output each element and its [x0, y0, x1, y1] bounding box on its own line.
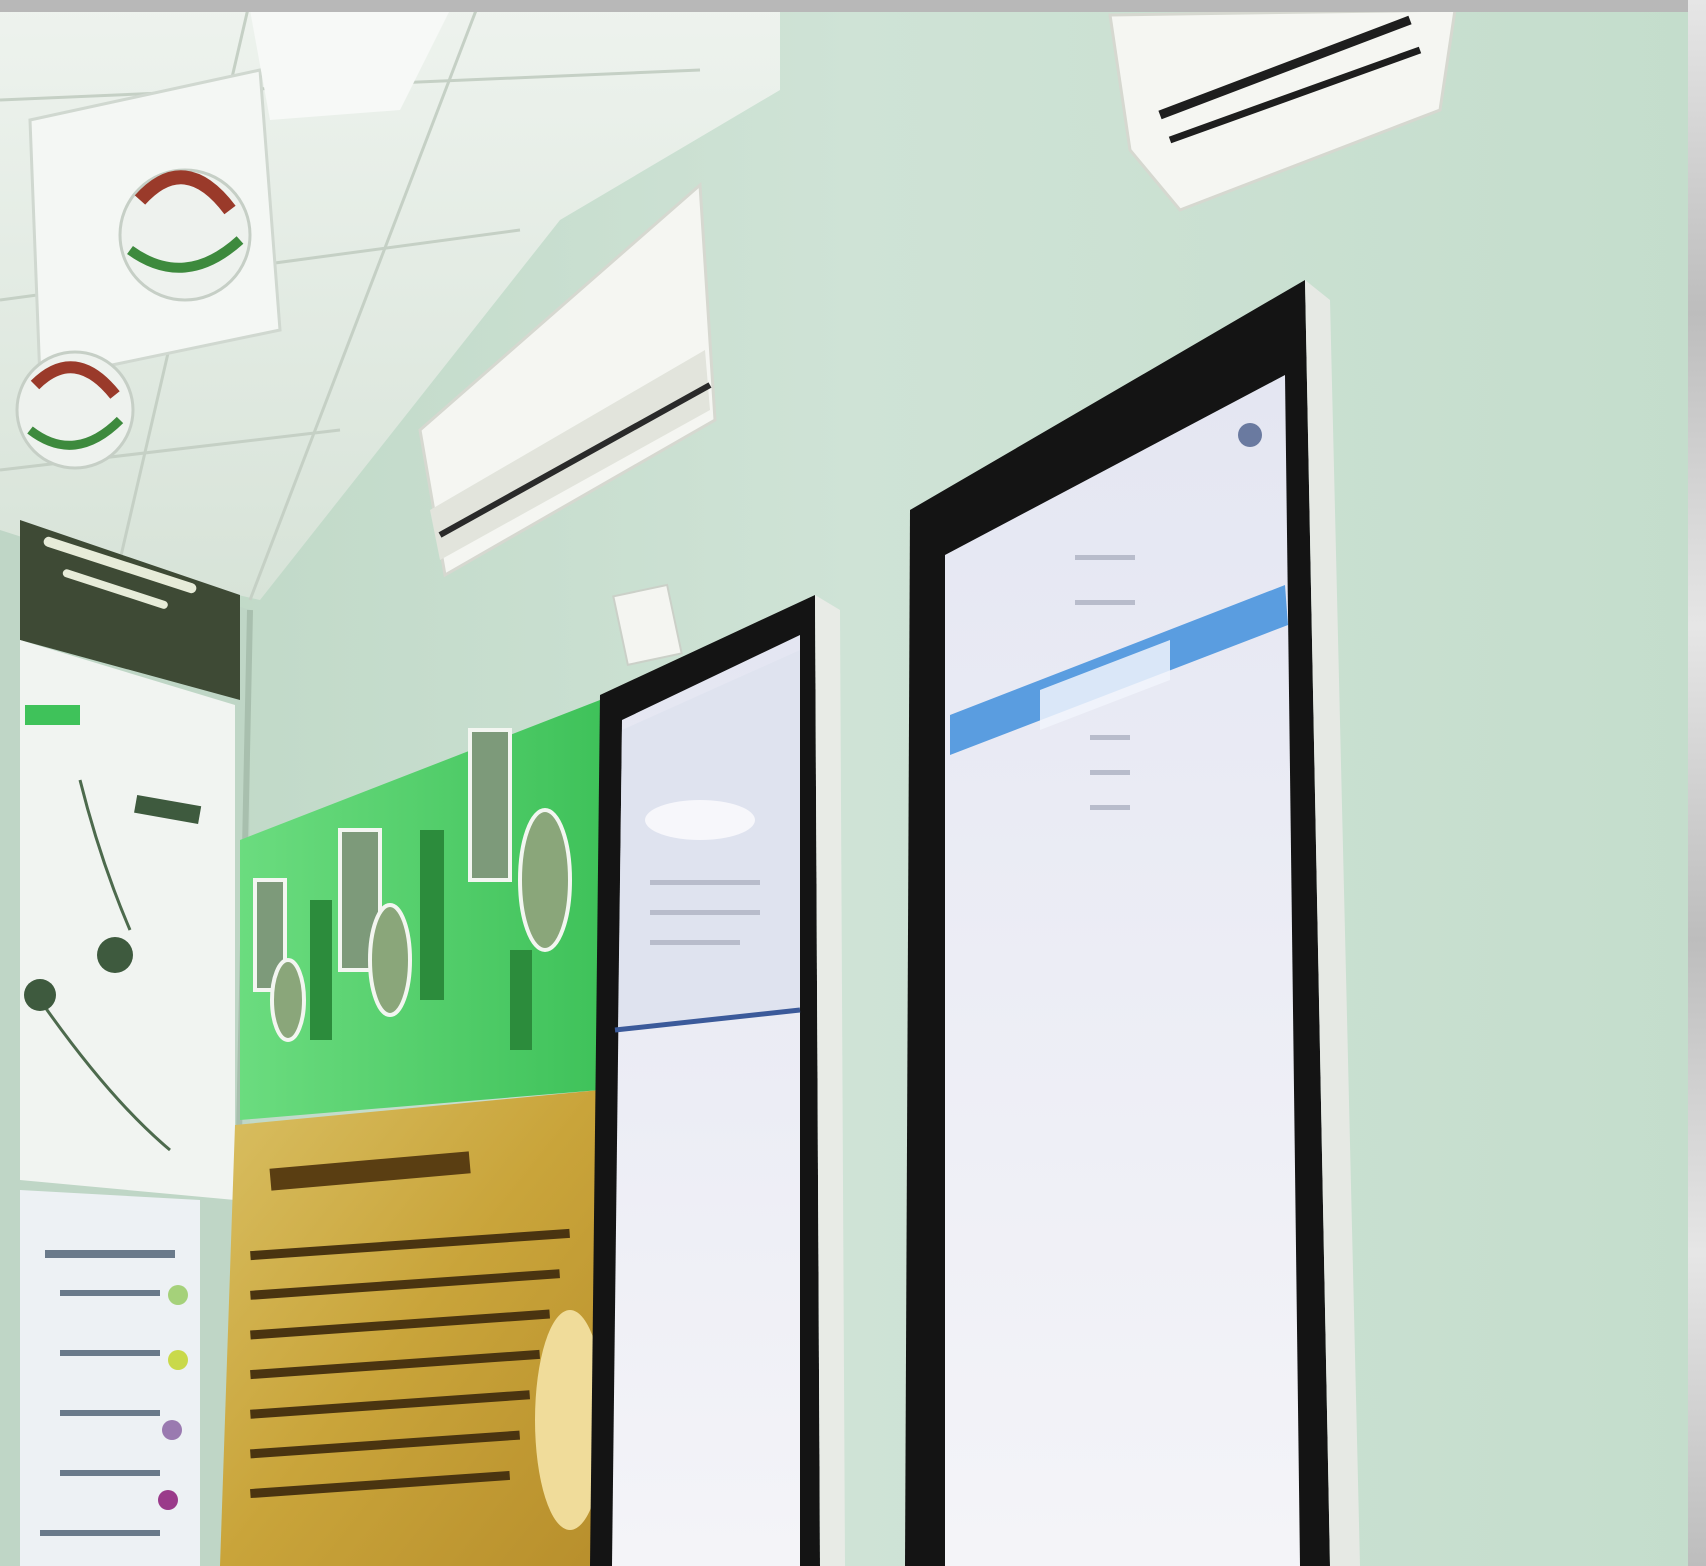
info-poster [20, 1190, 200, 1566]
room-photo [0, 0, 1706, 1566]
photo-frame [0, 0, 1706, 1566]
kiosk-right-screen [945, 375, 1300, 1566]
right-edge-strip [1688, 0, 1706, 1566]
hanging-globe-1 [118, 168, 252, 302]
kiosk-left [590, 595, 845, 1566]
